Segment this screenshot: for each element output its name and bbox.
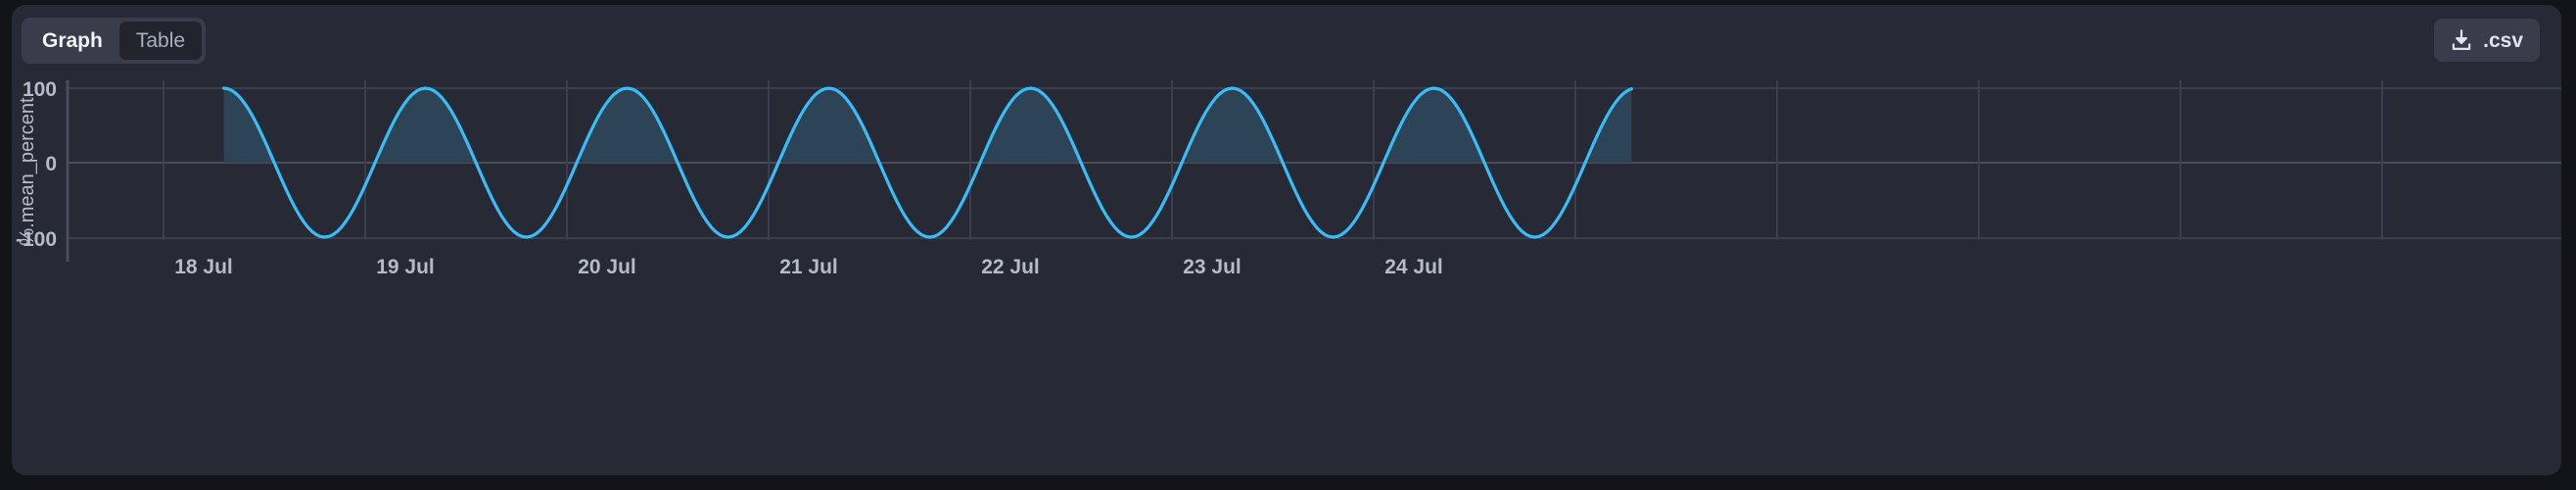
chart-area[interactable]: 100 0 -100 %.mean_percent 18 Jul 19 Jul …: [12, 66, 2561, 475]
x-axis-tick-labels: 18 Jul 19 Jul 20 Jul 21 Jul 22 Jul 23 Ju…: [174, 256, 1443, 278]
tab-table[interactable]: Table: [118, 22, 203, 60]
xtick-0: 18 Jul: [174, 256, 233, 278]
xtick-2: 20 Jul: [578, 256, 636, 278]
series-area-fill: [223, 88, 1632, 163]
tab-graph[interactable]: Graph: [25, 22, 119, 60]
download-csv-label: .csv: [2483, 28, 2523, 52]
y-axis-label: %.mean_percent: [17, 97, 38, 246]
xtick-3: 21 Jul: [779, 256, 838, 278]
xtick-1: 19 Jul: [376, 256, 435, 278]
timeseries-chart[interactable]: 100 0 -100 %.mean_percent 18 Jul 19 Jul …: [12, 66, 2561, 475]
xtick-5: 23 Jul: [1183, 256, 1241, 278]
screenshot-root: Graph Table .csv 100 0 -100 %.mean_perce…: [0, 0, 2576, 490]
xtick-6: 24 Jul: [1384, 256, 1443, 278]
ytick-0: 0: [45, 153, 57, 175]
download-csv-button[interactable]: .csv: [2434, 19, 2540, 62]
metric-card: Graph Table .csv 100 0 -100 %.mean_perce…: [12, 5, 2561, 475]
xtick-4: 22 Jul: [981, 256, 1040, 278]
view-toggle-group[interactable]: Graph Table: [22, 18, 207, 64]
chart-toolbar: Graph Table .csv: [12, 5, 2561, 66]
download-icon: [2449, 27, 2474, 53]
